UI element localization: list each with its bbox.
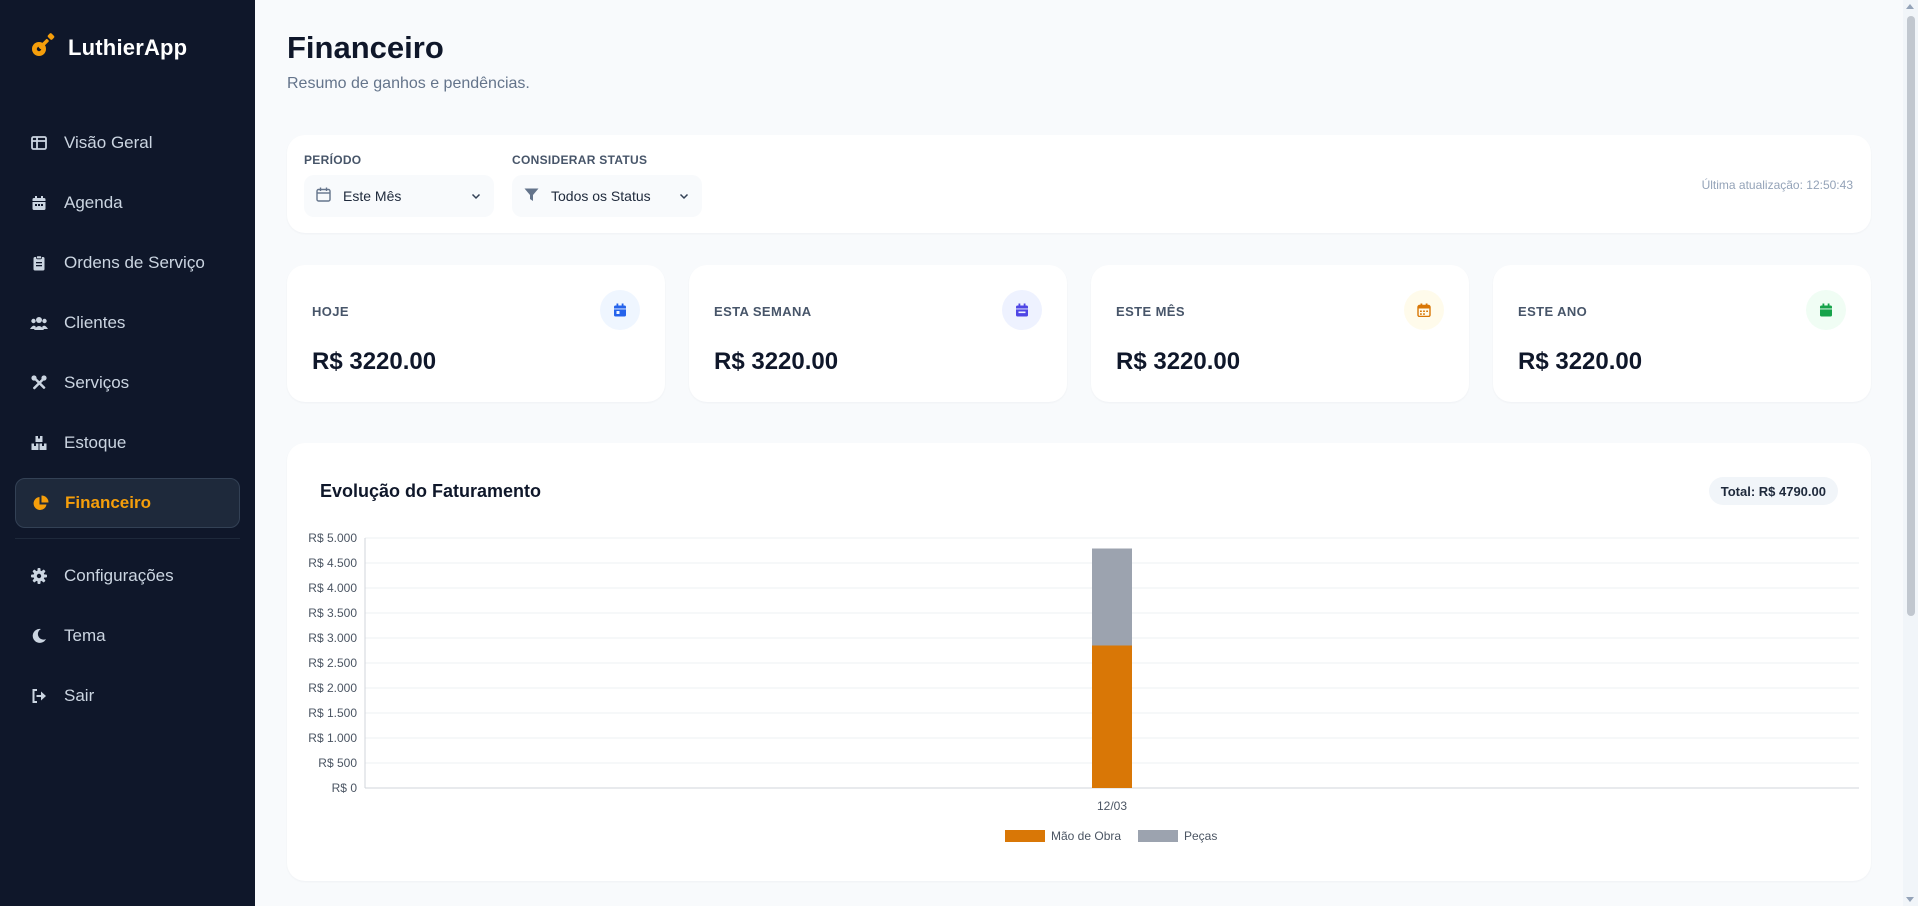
sidebar-divider — [15, 538, 240, 539]
stat-card-esta-semana: ESTA SEMANA R$ 3220.00 — [689, 265, 1067, 402]
y-tick-label: R$ 3.000 — [308, 631, 357, 645]
tools-icon — [30, 374, 48, 392]
brand[interactable]: LuthierApp — [30, 32, 187, 63]
revenue-chart: R$ 0 R$ 500 R$ 1.000 R$ 1.500 R$ 2.000 R$ 2.5… — [308, 531, 1859, 843]
stat-card-hoje: HOJE R$ 3220.00 — [287, 265, 665, 402]
sidebar-item-label: Serviços — [64, 373, 130, 392]
y-tick-label: R$ 3.500 — [308, 606, 357, 620]
sidebar-item-label: Agenda — [64, 193, 123, 212]
y-tick-label: R$ 1.000 — [308, 731, 357, 745]
calendar-week-icon — [1002, 290, 1042, 330]
stat-value: R$ 3220.00 — [312, 348, 437, 375]
page-scrollbar[interactable] — [1903, 0, 1918, 906]
period-value: Este Mês — [343, 188, 402, 204]
calendar-year-icon — [1806, 290, 1846, 330]
sidebar-nav: Visão Geral Agenda Ordens de Serviço Cli… — [15, 118, 240, 731]
pie-chart-icon — [31, 494, 49, 512]
stat-card-este-ano: ESTE ANO R$ 3220.00 — [1493, 265, 1871, 402]
sidebar-item-financeiro[interactable]: Financeiro — [15, 478, 240, 528]
stat-value: R$ 3220.00 — [714, 348, 839, 375]
page-title: Financeiro — [287, 30, 444, 65]
stat-card-este-mes: ESTE MÊS R$ 3220.00 — [1091, 265, 1469, 402]
y-tick-label: R$ 4.500 — [308, 556, 357, 570]
sidebar-item-label: Clientes — [64, 313, 126, 332]
sidebar-item-clientes[interactable]: Clientes — [15, 298, 240, 348]
stat-value: R$ 3220.00 — [1518, 348, 1643, 375]
y-tick-label: R$ 4.000 — [308, 581, 357, 595]
chevron-down-icon — [678, 190, 690, 202]
stat-value: R$ 3220.00 — [1116, 348, 1241, 375]
legend-label: Mão de Obra — [1051, 829, 1121, 843]
sidebar-item-label: Visão Geral — [64, 133, 153, 152]
y-tick-label: R$ 2.500 — [308, 656, 357, 670]
scroll-thumb[interactable] — [1907, 16, 1915, 616]
period-select[interactable]: Este Mês — [304, 175, 494, 217]
app-name: LuthierApp — [68, 34, 188, 60]
legend-label: Peças — [1184, 829, 1217, 843]
boxes-icon — [30, 434, 48, 452]
status-filter: CONSIDERAR STATUS Todos os Status — [512, 153, 702, 217]
sidebar-item-visao-geral[interactable]: Visão Geral — [15, 118, 240, 168]
last-updated: Última atualização: 12:50:43 — [1701, 178, 1853, 192]
calendar-icon — [30, 194, 48, 212]
scroll-down-arrow[interactable] — [1906, 897, 1914, 902]
sidebar-item-label: Configurações — [64, 566, 174, 585]
stat-label: ESTA SEMANA — [714, 304, 812, 319]
sidebar-item-sair[interactable]: Sair — [15, 671, 240, 721]
period-filter: PERÍODO Este Mês — [304, 153, 494, 217]
filter-icon — [524, 187, 539, 205]
period-label: PERÍODO — [304, 153, 362, 167]
calendar-icon — [316, 187, 331, 205]
clipboard-icon — [30, 254, 48, 272]
calendar-month-icon — [1404, 290, 1444, 330]
main-content: Financeiro Resumo de ganhos e pendências… — [255, 0, 1903, 906]
sidebar-item-configuracoes[interactable]: Configurações — [15, 551, 240, 601]
status-value: Todos os Status — [551, 188, 651, 204]
y-tick-label: R$ 0 — [332, 781, 358, 795]
gear-icon — [30, 567, 48, 585]
moon-icon — [30, 627, 48, 645]
sidebar-item-label: Estoque — [64, 433, 127, 452]
calendar-day-icon — [600, 290, 640, 330]
stat-label: HOJE — [312, 304, 350, 319]
bar-pe-as — [1092, 548, 1132, 646]
chevron-down-icon — [470, 190, 482, 202]
sidebar-item-tema[interactable]: Tema — [15, 611, 240, 661]
y-tick-label: R$ 500 — [318, 756, 357, 770]
filters-card: PERÍODO Este Mês CONSIDERAR STATUS Todos… — [287, 135, 1871, 233]
y-tick-label: R$ 5.000 — [308, 531, 357, 545]
users-icon — [30, 314, 48, 332]
bar-m-o-de-obra — [1092, 645, 1132, 788]
x-tick-label: 12/03 — [1097, 799, 1127, 813]
stat-label: ESTE ANO — [1518, 304, 1588, 319]
legend-swatch — [1138, 830, 1178, 842]
layout-icon — [30, 134, 48, 152]
sidebar-item-label: Financeiro — [65, 493, 151, 512]
y-tick-label: R$ 2.000 — [308, 681, 357, 695]
sidebar-item-agenda[interactable]: Agenda — [15, 178, 240, 228]
stat-label: ESTE MÊS — [1116, 304, 1185, 319]
sidebar-item-label: Ordens de Serviço — [64, 253, 205, 272]
logout-icon — [30, 687, 48, 705]
guitar-icon — [30, 32, 56, 63]
sidebar-item-estoque[interactable]: Estoque — [15, 418, 240, 468]
sidebar-item-label: Sair — [64, 686, 95, 705]
scroll-up-arrow[interactable] — [1906, 4, 1914, 9]
y-tick-label: R$ 1.500 — [308, 706, 357, 720]
sidebar-item-servicos[interactable]: Serviços — [15, 358, 240, 408]
sidebar: LuthierApp Visão Geral Agenda Ordens de … — [0, 0, 255, 906]
legend-swatch — [1005, 830, 1045, 842]
status-label: CONSIDERAR STATUS — [512, 153, 648, 167]
status-select[interactable]: Todos os Status — [512, 175, 702, 217]
page-subtitle: Resumo de ganhos e pendências. — [287, 75, 530, 92]
sidebar-item-ordens-de-servico[interactable]: Ordens de Serviço — [15, 238, 240, 288]
revenue-chart-card: Evolução do Faturamento Total: R$ 4790.0… — [287, 443, 1871, 881]
sidebar-item-label: Tema — [64, 626, 106, 645]
